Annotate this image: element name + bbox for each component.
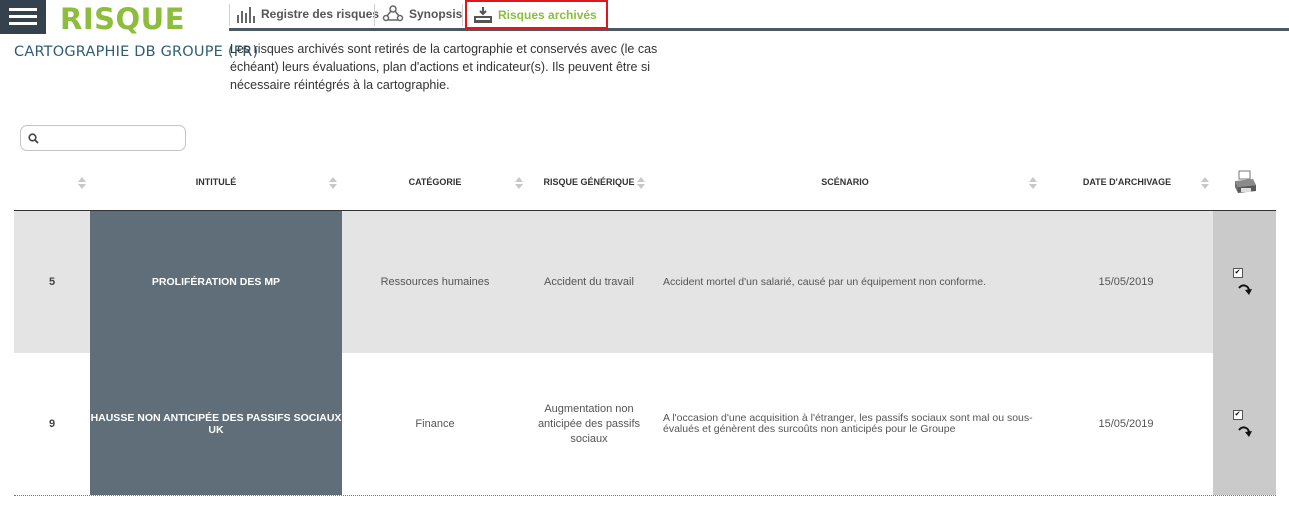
menu-button[interactable]	[0, 0, 46, 34]
sort-date-icon[interactable]	[1201, 176, 1209, 190]
row-number: 5	[48, 276, 56, 288]
search-box[interactable]	[20, 125, 186, 151]
tab-divider	[229, 4, 230, 26]
tab-label: Synopsis	[409, 7, 463, 21]
row-checkbox[interactable]: ✔	[1232, 410, 1243, 420]
app-title: RISQUE	[60, 2, 186, 36]
risk-scenario: A l'occasion d'une acquisition à l'étran…	[663, 412, 1033, 435]
tab-risques-archives[interactable]: Risques archivés	[465, 0, 608, 29]
tab-synopsis[interactable]: Synopsis	[382, 0, 462, 28]
table-row[interactable]: 9 HAUSSE NON ANTICIPÉE DES PASSIFS SOCIA…	[14, 353, 1276, 496]
generic-risk: Accident du travail	[544, 275, 634, 288]
risk-category: Finance	[415, 418, 455, 430]
tab-divider	[374, 4, 375, 26]
tab-registre[interactable]: Registre des risques	[236, 0, 379, 28]
column-header-categorie[interactable]: CATÉGORIE	[342, 177, 528, 187]
archive-date: 15/05/2019	[1098, 276, 1154, 288]
sort-risque-generique-icon[interactable]	[637, 176, 645, 190]
row-actions: ✔	[1213, 353, 1276, 495]
column-header-scenario[interactable]: SCÉNARIO	[650, 177, 1040, 187]
tab-label: Registre des risques	[261, 7, 380, 21]
bar-chart-icon	[237, 7, 255, 23]
tab-divider	[462, 4, 463, 26]
row-number: 9	[48, 418, 56, 430]
sort-scenario-icon[interactable]	[1029, 176, 1037, 190]
archive-icon	[474, 6, 492, 23]
search-icon	[28, 133, 39, 144]
page-subtitle: CARTOGRAPHIE DB GROUPE (FR)	[14, 44, 259, 60]
column-header-date-archivage[interactable]: DATE D'ARCHIVAGE	[1076, 177, 1178, 187]
tab-label: Risques archivés	[498, 7, 597, 22]
risk-title[interactable]: HAUSSE NON ANTICIPÉE DES PASSIFS SOCIAUX…	[90, 353, 342, 495]
restore-arrow-icon[interactable]	[1237, 426, 1253, 438]
page-description: Les risques archivés sont retirés de la …	[230, 42, 658, 92]
restore-arrow-icon[interactable]	[1237, 284, 1253, 296]
network-icon	[382, 5, 404, 22]
tab-bar-underline	[229, 28, 1289, 31]
risk-category: Ressources humaines	[380, 276, 490, 288]
printer-icon[interactable]	[1232, 170, 1258, 201]
sort-intitule-icon[interactable]	[329, 176, 337, 190]
generic-risk: Augmentation non anticipée des passifs s…	[537, 402, 641, 445]
table-row[interactable]: 5 PROLIFÉRATION DES MP Ressources humain…	[14, 211, 1276, 354]
row-checkbox[interactable]: ✔	[1232, 268, 1243, 278]
risk-scenario: Accident mortel d'un salarié, causé par …	[663, 275, 987, 288]
risk-title[interactable]: PROLIFÉRATION DES MP	[90, 211, 342, 353]
sort-categorie-icon[interactable]	[515, 176, 523, 190]
row-actions: ✔	[1213, 211, 1276, 353]
column-header-intitule[interactable]: INTITULÉ	[90, 177, 342, 187]
column-header-risque-generique[interactable]: RISQUE GÉNÉRIQUE	[528, 177, 650, 187]
search-input[interactable]	[45, 129, 184, 149]
archive-date: 15/05/2019	[1098, 418, 1154, 430]
sort-num-icon[interactable]	[78, 176, 86, 190]
